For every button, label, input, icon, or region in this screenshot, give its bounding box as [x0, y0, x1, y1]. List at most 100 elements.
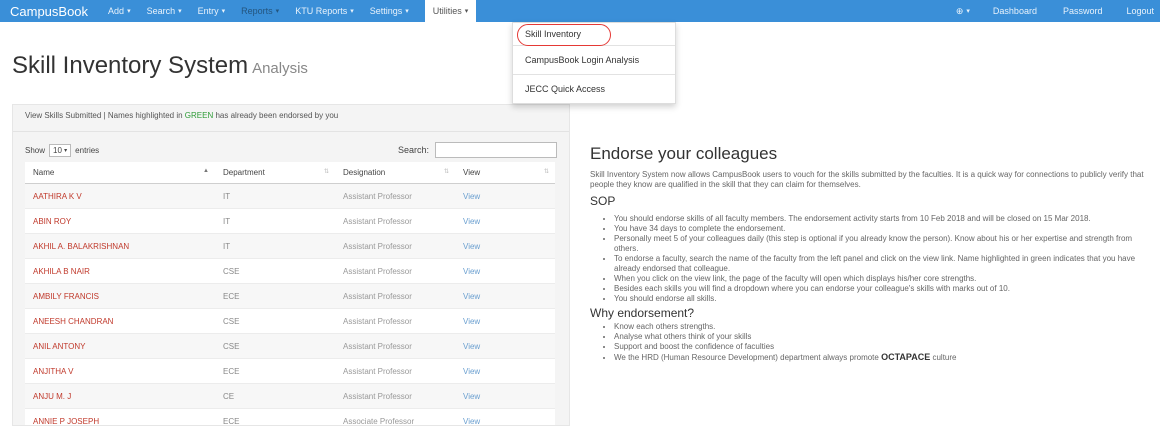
- designation-cell: Assistant Professor: [335, 209, 455, 234]
- sop-item: You have 34 days to complete the endorse…: [614, 224, 1150, 234]
- red-annotation-circle: [517, 24, 611, 46]
- nav-search[interactable]: Search▾: [139, 0, 190, 22]
- dropdown-item-skill-inventory[interactable]: Skill Inventory: [513, 23, 675, 45]
- entries-select-value: 10: [53, 146, 62, 155]
- nav-ktu-reports-label: KTU Reports: [295, 6, 347, 16]
- view-link[interactable]: View: [455, 184, 555, 209]
- view-link[interactable]: View: [455, 234, 555, 259]
- why-item-text-end: culture: [930, 353, 956, 362]
- nav-reports[interactable]: Reports▾: [233, 0, 287, 22]
- view-link[interactable]: View: [455, 309, 555, 334]
- sop-item: You should endorse skills of all faculty…: [614, 214, 1150, 224]
- panel-heading-text-end: has already been endorsed by you: [213, 111, 338, 120]
- designation-cell: Assistant Professor: [335, 259, 455, 284]
- view-link[interactable]: View: [455, 209, 555, 234]
- endorse-heading: Endorse your colleagues: [590, 144, 1150, 166]
- caret-down-icon: ▾: [64, 147, 67, 154]
- col-header-view-label: View: [463, 168, 480, 177]
- sop-item: Personally meet 5 of your colleagues dai…: [614, 234, 1150, 254]
- view-link[interactable]: View: [455, 284, 555, 309]
- nav-logout[interactable]: Logout: [1114, 0, 1160, 22]
- search-input[interactable]: [435, 142, 557, 158]
- why-item: Analyse what others think of your skills: [614, 332, 1150, 342]
- faculty-name-link[interactable]: AATHIRA K V: [25, 184, 215, 209]
- nav-password[interactable]: Password: [1051, 0, 1115, 22]
- entries-label: entries: [75, 146, 99, 155]
- entries-select[interactable]: 10 ▾: [49, 144, 71, 157]
- designation-cell: Assistant Professor: [335, 234, 455, 259]
- caret-down-icon: ▾: [127, 7, 131, 15]
- octapace-bold: OCTAPACE: [881, 352, 930, 362]
- col-header-designation-label: Designation: [343, 168, 385, 177]
- skills-panel: View Skills Submitted | Names highlighte…: [12, 104, 570, 426]
- department-cell: IT: [215, 184, 335, 209]
- dropdown-item-login-analysis[interactable]: CampusBook Login Analysis: [513, 46, 675, 74]
- endorse-intro: Skill Inventory System now allows Campus…: [590, 170, 1150, 190]
- nav-ktu-reports[interactable]: KTU Reports▾: [287, 0, 362, 22]
- designation-cell: Assistant Professor: [335, 359, 455, 384]
- sop-list: You should endorse skills of all faculty…: [590, 214, 1150, 304]
- faculty-name-link[interactable]: ANJITHA V: [25, 359, 215, 384]
- table-row: ANNIE P JOSEPHECEAssociate ProfessorView: [25, 409, 555, 426]
- help-menu[interactable]: ⊕▾: [947, 0, 979, 22]
- why-list: Know each others strengths. Analyse what…: [590, 322, 1150, 363]
- col-header-designation[interactable]: Designation⇅: [335, 162, 455, 184]
- view-link[interactable]: View: [455, 259, 555, 284]
- page-title: Skill Inventory SystemAnalysis: [12, 52, 308, 80]
- view-link[interactable]: View: [455, 409, 555, 426]
- faculty-name-link[interactable]: ANNIE P JOSEPH: [25, 409, 215, 426]
- nav-add[interactable]: Add▾: [100, 0, 139, 22]
- sop-heading: SOP: [590, 194, 1150, 208]
- nav-add-label: Add: [108, 6, 124, 16]
- caret-down-icon: ▾: [966, 7, 970, 15]
- faculty-name-link[interactable]: AKHILA B NAIR: [25, 259, 215, 284]
- nav-utilities[interactable]: Utilities▾: [425, 0, 477, 22]
- col-header-department-label: Department: [223, 168, 265, 177]
- caret-down-icon: ▾: [350, 7, 354, 15]
- col-header-department[interactable]: Department ⇅: [215, 162, 335, 184]
- faculty-name-link[interactable]: AMBILY FRANCIS: [25, 284, 215, 309]
- caret-down-icon: ▾: [276, 7, 280, 15]
- designation-cell: Assistant Professor: [335, 284, 455, 309]
- department-cell: ECE: [215, 409, 335, 426]
- department-cell: ECE: [215, 284, 335, 309]
- view-link[interactable]: View: [455, 334, 555, 359]
- table-row: AKHILA B NAIRCSEAssistant ProfessorView: [25, 259, 555, 284]
- col-header-view[interactable]: View ⇅: [455, 162, 555, 184]
- faculty-name-link[interactable]: ABIN ROY: [25, 209, 215, 234]
- department-cell: IT: [215, 209, 335, 234]
- view-link[interactable]: View: [455, 384, 555, 409]
- caret-down-icon: ▾: [465, 7, 469, 15]
- table-row: ABIN ROYITAssistant ProfessorView: [25, 209, 555, 234]
- faculty-name-link[interactable]: AKHIL A. BALAKRISHNAN: [25, 234, 215, 259]
- table-header-row: Name▲ Department ⇅ Designation⇅ View ⇅: [25, 162, 555, 184]
- nav-dashboard[interactable]: Dashboard: [979, 0, 1051, 22]
- nav-menu: Add▾ Search▾ Entry▾ Reports▾ KTU Reports…: [100, 0, 476, 22]
- nav-entry[interactable]: Entry▾: [190, 0, 234, 22]
- table-search: Search:: [398, 142, 557, 158]
- search-label: Search:: [398, 145, 429, 155]
- department-cell: CSE: [215, 259, 335, 284]
- brand-logo-link[interactable]: CampusBook: [0, 4, 100, 19]
- sop-item: You should endorse all skills.: [614, 294, 1150, 304]
- sop-item: Besides each skills you will find a drop…: [614, 284, 1150, 294]
- sort-icon: ⇅: [324, 168, 329, 175]
- sop-item: When you click on the view link, the pag…: [614, 274, 1150, 284]
- why-heading: Why endorsement?: [590, 306, 1150, 320]
- nav-search-label: Search: [147, 6, 176, 16]
- faculty-name-link[interactable]: ANIL ANTONY: [25, 334, 215, 359]
- why-item: Support and boost the confidence of facu…: [614, 342, 1150, 352]
- table-row: AMBILY FRANCISECEAssistant ProfessorView: [25, 284, 555, 309]
- panel-heading: View Skills Submitted | Names highlighte…: [13, 105, 569, 132]
- nav-settings[interactable]: Settings▾: [362, 0, 417, 22]
- sort-icon: ⇅: [544, 168, 549, 175]
- department-cell: IT: [215, 234, 335, 259]
- designation-cell: Assistant Professor: [335, 384, 455, 409]
- view-link[interactable]: View: [455, 359, 555, 384]
- sort-asc-icon: ▲: [203, 168, 209, 174]
- designation-cell: Associate Professor: [335, 409, 455, 426]
- dropdown-item-jecc-quick-access[interactable]: JECC Quick Access: [513, 75, 675, 103]
- col-header-name[interactable]: Name▲: [25, 162, 215, 184]
- faculty-name-link[interactable]: ANEESH CHANDRAN: [25, 309, 215, 334]
- faculty-name-link[interactable]: ANJU M. J: [25, 384, 215, 409]
